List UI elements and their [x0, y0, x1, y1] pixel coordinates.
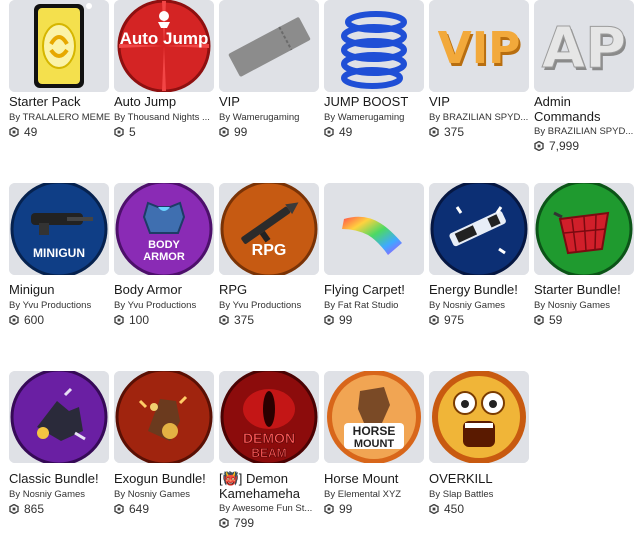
robux-icon: [219, 315, 229, 325]
robux-icon: [114, 315, 124, 325]
item-creator[interactable]: By Yvu Productions: [9, 300, 113, 312]
item-price: 99: [324, 502, 352, 516]
item-price: 375: [429, 125, 464, 139]
classic-bundle-icon[interactable]: [9, 371, 109, 463]
item-price: 649: [114, 502, 149, 516]
item-creator[interactable]: By Yvu Productions: [114, 300, 218, 312]
item-creator[interactable]: By Thousand Nights ...: [114, 112, 218, 124]
item-creator[interactable]: By Elemental XYZ: [324, 489, 428, 501]
item-price: 5: [114, 125, 136, 139]
item-creator[interactable]: By BRAZILIAN SPYD...: [534, 126, 638, 138]
robux-icon: [219, 127, 229, 137]
item-price: 100: [114, 313, 149, 327]
item-creator[interactable]: By Wamerugaming: [324, 112, 428, 124]
robux-icon: [9, 504, 19, 514]
robux-icon: [429, 315, 439, 325]
item-name[interactable]: Body Armor: [114, 282, 218, 297]
vip-letters-icon[interactable]: VIP VIP: [429, 0, 529, 92]
starter-bundle-basket-icon[interactable]: [534, 183, 634, 275]
art-text: Auto Jump: [120, 29, 209, 48]
item-creator[interactable]: By Slap Battles: [429, 489, 533, 501]
item-price: 49: [324, 125, 352, 139]
item-price: 99: [219, 125, 247, 139]
robux-icon: [324, 315, 334, 325]
item-creator[interactable]: By Nosniy Games: [9, 489, 113, 501]
item-price: 59: [534, 313, 562, 327]
item-name[interactable]: Auto Jump: [114, 94, 218, 109]
starter-pack-card-icon[interactable]: [9, 0, 109, 92]
item-creator[interactable]: By TRALALERO MEME: [9, 112, 113, 124]
item-name[interactable]: [👹] Demon Kamehameha: [219, 471, 323, 501]
item-price: 375: [219, 313, 254, 327]
item-name[interactable]: OVERKILL: [429, 471, 533, 486]
overkill-face-icon[interactable]: [429, 371, 529, 463]
robux-icon: [429, 504, 439, 514]
body-armor-icon[interactable]: BODY ARMOR: [114, 183, 214, 275]
item-creator[interactable]: By BRAZILIAN SPYD...: [429, 112, 533, 124]
item-price: 865: [9, 502, 44, 516]
item-creator[interactable]: By Nosniy Games: [114, 489, 218, 501]
item-price: 7,999: [534, 139, 579, 153]
item-price: 975: [429, 313, 464, 327]
item-name[interactable]: Admin Commands: [534, 94, 638, 124]
art-text: RPG: [252, 242, 287, 259]
auto-jump-icon[interactable]: Auto Jump: [114, 0, 214, 92]
art-text: VIP: [438, 23, 521, 74]
item-price: 799: [219, 516, 254, 530]
item-name[interactable]: Exogun Bundle!: [114, 471, 218, 486]
item-creator[interactable]: By Nosniy Games: [429, 300, 533, 312]
robux-icon: [219, 518, 229, 528]
item-name[interactable]: Horse Mount: [324, 471, 428, 486]
item-creator[interactable]: By Fat Rat Studio: [324, 300, 428, 312]
svg-text:HORSE: HORSE: [353, 424, 396, 438]
robux-icon: [534, 315, 544, 325]
item-name[interactable]: VIP: [429, 94, 533, 109]
robux-icon: [114, 504, 124, 514]
svg-text:MOUNT: MOUNT: [354, 438, 395, 450]
robux-icon: [534, 141, 544, 151]
item-creator[interactable]: By Yvu Productions: [219, 300, 323, 312]
robux-icon: [324, 127, 334, 137]
robux-icon: [9, 315, 19, 325]
item-name[interactable]: Flying Carpet!: [324, 282, 428, 297]
demon-beam-icon[interactable]: DEMON BEAM: [219, 371, 319, 463]
flying-carpet-icon[interactable]: [324, 183, 424, 275]
admin-letters-icon[interactable]: AP AP: [534, 0, 634, 92]
svg-text:DEMON: DEMON: [243, 430, 295, 446]
item-creator[interactable]: By Nosniy Games: [534, 300, 638, 312]
item-creator[interactable]: By Awesome Fun St...: [219, 503, 323, 515]
svg-text:ARMOR: ARMOR: [143, 251, 185, 263]
item-name[interactable]: Classic Bundle!: [9, 471, 113, 486]
robux-icon: [114, 127, 124, 137]
item-name[interactable]: Minigun: [9, 282, 113, 297]
rpg-icon[interactable]: RPG: [219, 183, 319, 275]
item-name[interactable]: RPG: [219, 282, 323, 297]
energy-bundle-icon[interactable]: [429, 183, 529, 275]
item-price: 600: [9, 313, 44, 327]
robux-icon: [324, 504, 334, 514]
item-price: 99: [324, 313, 352, 327]
item-name[interactable]: JUMP BOOST: [324, 94, 428, 109]
item-name[interactable]: Starter Bundle!: [534, 282, 638, 297]
art-text: AP: [542, 16, 626, 81]
item-name[interactable]: VIP: [219, 94, 323, 109]
horse-mount-icon[interactable]: HORSE MOUNT: [324, 371, 424, 463]
ticket-icon[interactable]: [219, 0, 319, 92]
robux-icon: [429, 127, 439, 137]
item-name[interactable]: Energy Bundle!: [429, 282, 533, 297]
item-creator[interactable]: By Wamerugaming: [219, 112, 323, 124]
svg-text:BODY: BODY: [148, 239, 180, 251]
exogun-bundle-icon[interactable]: [114, 371, 214, 463]
robux-icon: [9, 127, 19, 137]
spring-icon[interactable]: [324, 0, 424, 92]
svg-text:BEAM: BEAM: [251, 446, 286, 460]
item-name[interactable]: Starter Pack: [9, 94, 113, 109]
item-price: 49: [9, 125, 37, 139]
art-text: MINIGUN: [33, 246, 85, 260]
item-grid: Starter Pack By TRALALERO MEME 49 Auto J…: [0, 0, 640, 533]
item-price: 450: [429, 502, 464, 516]
minigun-icon[interactable]: MINIGUN: [9, 183, 109, 275]
